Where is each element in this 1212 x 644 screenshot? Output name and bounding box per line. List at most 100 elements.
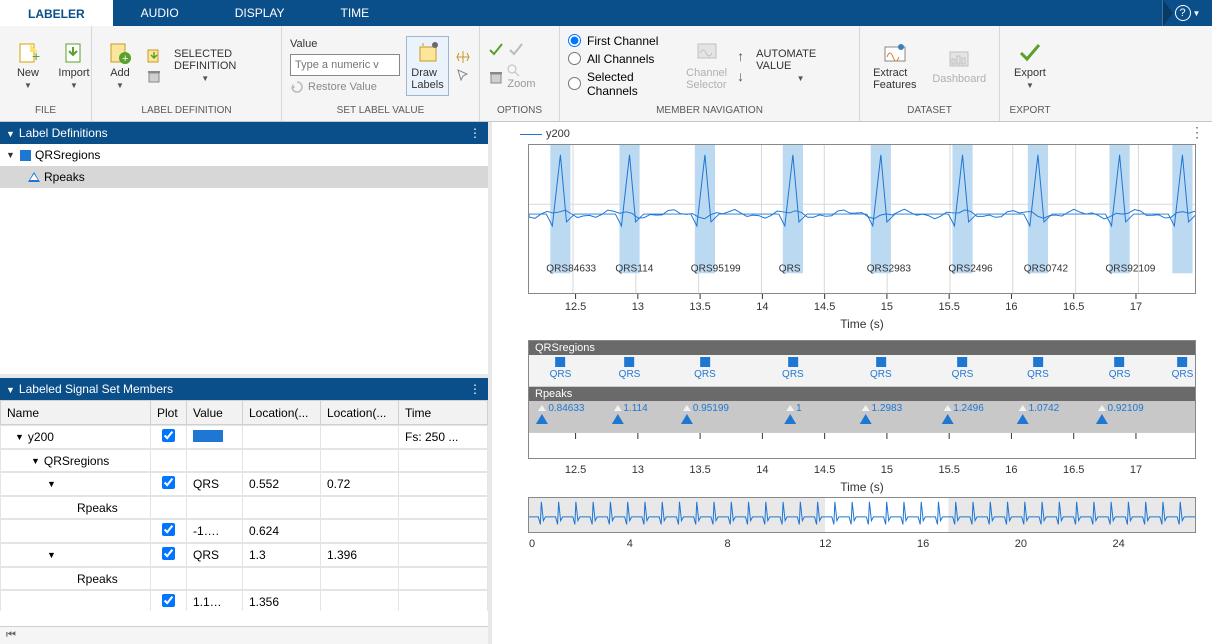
- col-locmax[interactable]: Location(...: [321, 401, 399, 425]
- table-row[interactable]: ▼ QRS 1.31.396: [0, 543, 488, 567]
- label-defs-menu[interactable]: ⋮: [469, 126, 482, 140]
- rpeaks-panel-label: Rpeaks: [529, 387, 1195, 401]
- svg-text:13: 13: [632, 464, 644, 476]
- label-track-panel[interactable]: QRSregions QRSQRSQRSQRSQRSQRSQRSQRSQRS R…: [528, 340, 1196, 459]
- channel-selector-button: Channel Selector: [682, 39, 731, 93]
- selected-definition[interactable]: SELECTED DEFINITION▼: [168, 46, 242, 85]
- channel-radios: First Channel All Channels Selected Chan…: [568, 34, 676, 98]
- import-def-button[interactable]: [146, 48, 162, 64]
- qrs-marker-row[interactable]: QRSQRSQRSQRSQRSQRSQRSQRSQRS: [529, 355, 1195, 387]
- col-name[interactable]: Name: [1, 401, 151, 425]
- import-button[interactable]: Import▼: [54, 39, 94, 92]
- help-icon: ?: [1175, 5, 1191, 21]
- import-icon: [62, 41, 86, 65]
- new-button[interactable]: + New▼: [8, 39, 48, 92]
- tab-time[interactable]: TIME: [313, 0, 398, 26]
- col-plot[interactable]: Plot: [151, 401, 187, 425]
- label-defs-header: ▼Label Definitions ⋮: [0, 122, 488, 144]
- value-input[interactable]: [290, 54, 400, 76]
- nav-first-button[interactable]: ⏮: [6, 629, 16, 642]
- svg-text:13.5: 13.5: [689, 464, 710, 476]
- table-row[interactable]: Rpeaks: [0, 496, 488, 519]
- plot-checkbox[interactable]: [162, 476, 175, 489]
- table-row[interactable]: ▼QRSregions: [0, 449, 488, 472]
- extract-icon: [883, 41, 907, 65]
- svg-text:14.5: 14.5: [814, 301, 835, 313]
- svg-text:16: 16: [917, 538, 929, 550]
- svg-text:0: 0: [529, 538, 535, 550]
- overview-plot[interactable]: 0: [528, 497, 1196, 533]
- check-green-icon[interactable]: [488, 42, 504, 58]
- svg-text:14.5: 14.5: [814, 464, 835, 476]
- automate-value-button[interactable]: AUTOMATE VALUE▼: [750, 46, 851, 85]
- plot-checkbox[interactable]: [162, 594, 175, 607]
- track-axis-inner: [529, 433, 1195, 453]
- members-header: ▼Labeled Signal Set Members ⋮: [0, 378, 488, 400]
- radio-first-channel[interactable]: First Channel: [568, 34, 676, 48]
- new-icon: +: [16, 41, 40, 65]
- svg-text:QRS92109: QRS92109: [1105, 263, 1155, 274]
- svg-text:24: 24: [1113, 538, 1125, 550]
- svg-text:16: 16: [1005, 464, 1017, 476]
- export-button[interactable]: Export▼: [1008, 39, 1052, 92]
- channel-selector-icon: [695, 41, 719, 65]
- autofit-icon[interactable]: [455, 49, 471, 65]
- plot-checkbox[interactable]: [162, 523, 175, 536]
- draw-labels-button[interactable]: Draw Labels: [406, 36, 449, 96]
- table-row[interactable]: -1…. 0.624: [0, 519, 488, 543]
- dashboard-icon: [947, 47, 971, 71]
- restore-icon: [290, 80, 304, 94]
- export-check-icon: [1018, 41, 1042, 65]
- svg-text:15: 15: [881, 464, 893, 476]
- add-button[interactable]: + Add▼: [100, 39, 140, 92]
- help-button[interactable]: ? ▼: [1162, 0, 1212, 26]
- svg-text:14: 14: [756, 464, 768, 476]
- nav-down-button[interactable]: ↓: [737, 68, 744, 84]
- trash-option-icon[interactable]: [488, 69, 503, 85]
- col-locmin[interactable]: Location(...: [243, 401, 321, 425]
- check-grey-icon[interactable]: [508, 42, 524, 58]
- overview-axis: 04812162024: [498, 533, 1206, 553]
- extract-features-button[interactable]: Extract Features: [868, 39, 922, 93]
- import-def-icon: [146, 48, 162, 64]
- group-member-label: MEMBER NAVIGATION: [560, 105, 859, 121]
- legend-signal-name: y200: [546, 128, 570, 140]
- members-menu[interactable]: ⋮: [469, 382, 482, 396]
- restore-value-button[interactable]: Restore Value: [290, 80, 400, 94]
- main-tabbar: LABELER AUDIO DISPLAY TIME ? ▼: [0, 0, 1212, 26]
- table-row[interactable]: Rpeaks: [0, 567, 488, 590]
- table-row[interactable]: 1.1… 1.356: [0, 590, 488, 611]
- cursor-icon[interactable]: [455, 67, 471, 83]
- tab-display[interactable]: DISPLAY: [207, 0, 313, 26]
- tab-labeler[interactable]: LABELER: [0, 0, 113, 26]
- svg-text:QRS84633: QRS84633: [546, 263, 596, 274]
- table-row[interactable]: ▼y200 Fs: 250 ...: [0, 425, 488, 449]
- zoom-button[interactable]: Zoom: [507, 64, 551, 90]
- svg-text:QRS: QRS: [779, 263, 801, 274]
- table-row[interactable]: ▼ QRS 0.5520.72: [0, 472, 488, 496]
- radio-selected-channels[interactable]: Selected Channels: [568, 70, 676, 98]
- main-plot[interactable]: QRS84633QRS114QRS95199QRSQRS2983QRS2496Q…: [528, 144, 1196, 294]
- plot-menu[interactable]: ⋮: [1190, 124, 1204, 141]
- group-setvalue-label: SET LABEL VALUE: [282, 105, 479, 121]
- radio-all-channels[interactable]: All Channels: [568, 52, 676, 66]
- col-value[interactable]: Value: [187, 401, 243, 425]
- delete-def-button[interactable]: [146, 68, 162, 84]
- tree-item-qrsregions[interactable]: ▼QRSregions: [0, 144, 488, 166]
- trash-icon: [146, 68, 162, 84]
- svg-text:+: +: [122, 53, 128, 65]
- plot-checkbox[interactable]: [162, 547, 175, 560]
- plot-checkbox[interactable]: [162, 429, 175, 442]
- rpeaks-marker-row[interactable]: 0.846331.1140.9519911.29831.24961.07420.…: [529, 401, 1195, 433]
- members-table: Name Plot Value Location(... Location(..…: [0, 400, 488, 611]
- group-file-label: FILE: [0, 105, 91, 121]
- tab-audio[interactable]: AUDIO: [113, 0, 207, 26]
- svg-text:16.5: 16.5: [1063, 464, 1084, 476]
- dashboard-button: Dashboard: [928, 45, 991, 87]
- tree-item-rpeaks[interactable]: Rpeaks: [0, 166, 488, 188]
- nav-up-button[interactable]: ↑: [737, 48, 744, 64]
- col-time[interactable]: Time: [399, 401, 488, 425]
- svg-text:20: 20: [1015, 538, 1027, 550]
- svg-text:QRS2496: QRS2496: [948, 263, 993, 274]
- draw-labels-icon: [416, 41, 440, 65]
